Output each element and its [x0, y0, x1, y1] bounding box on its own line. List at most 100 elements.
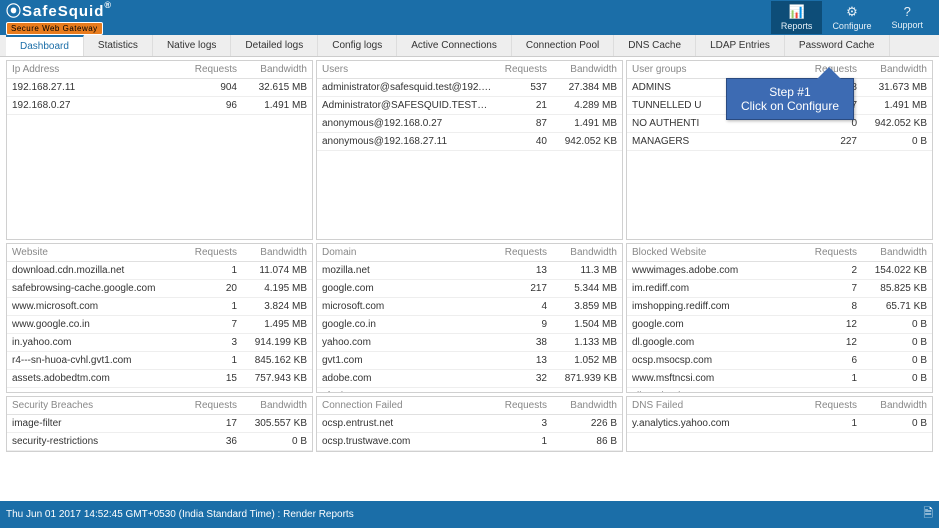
tab-active-connections[interactable]: Active Connections: [397, 35, 512, 56]
table-row[interactable]: safebrowsing-cache.google.com204.195 MB: [7, 280, 312, 298]
brand-bullet: ⦿: [6, 3, 22, 20]
topnav-reports[interactable]: 📊Reports: [771, 1, 823, 34]
tab-connection-pool[interactable]: Connection Pool: [512, 35, 614, 56]
brand-logo: ⦿SafeSquid® Secure Web Gateway: [6, 0, 112, 35]
tab-statistics[interactable]: Statistics: [84, 35, 153, 56]
cell-name: ocsp.trustwave.com: [322, 436, 492, 447]
cell-requests: 1: [802, 418, 857, 429]
table-row[interactable]: imshopping.rediff.com865.71 KB: [627, 298, 932, 316]
table-row[interactable]: sftcdn.net11813.035 KB: [317, 388, 622, 393]
table-row[interactable]: client.dropbox.com80 B: [627, 388, 932, 393]
cell-requests: 8: [802, 391, 857, 393]
tab-config-logs[interactable]: Config logs: [318, 35, 397, 56]
table-row[interactable]: gvt1.com131.052 MB: [317, 352, 622, 370]
cell-bandwidth: 942.052 KB: [547, 136, 617, 147]
table-row[interactable]: ocsp.msocsp.com60 B: [627, 352, 932, 370]
table-row[interactable]: ocsp.trustwave.com186 B: [317, 433, 622, 451]
cell-requests: 21: [492, 100, 547, 111]
table-row[interactable]: microsoft.com43.859 MB: [317, 298, 622, 316]
cell-bandwidth: 1.491 MB: [857, 100, 927, 111]
table-row[interactable]: mozilla.net1311.3 MB: [317, 262, 622, 280]
panel-security: Security BreachesRequestsBandwidthimage-…: [6, 396, 313, 452]
tab-detailed-logs[interactable]: Detailed logs: [231, 35, 318, 56]
table-row[interactable]: in.yahoo.com3914.199 KB: [7, 334, 312, 352]
table-row[interactable]: Administrator@SAFESQUID.TEST@192.168.27.…: [317, 97, 622, 115]
panel-title: Users: [322, 64, 492, 75]
table-row[interactable]: www.msftncsi.com10 B: [627, 370, 932, 388]
cell-bandwidth: 0 B: [857, 373, 927, 384]
table-row[interactable]: google.co.in91.504 MB: [317, 316, 622, 334]
table-row[interactable]: google.com2175.344 MB: [317, 280, 622, 298]
tab-native-logs[interactable]: Native logs: [153, 35, 231, 56]
cell-bandwidth: 27.384 MB: [547, 82, 617, 93]
table-row[interactable]: security-restrictions360 B: [7, 433, 312, 451]
table-row[interactable]: assets.adobedtm.com15757.943 KB: [7, 370, 312, 388]
topnav-support[interactable]: ?Support: [881, 1, 933, 34]
table-row[interactable]: image-filter17305.557 KB: [7, 415, 312, 433]
table-row[interactable]: y.analytics.yahoo.com10 B: [627, 415, 932, 433]
table-row[interactable]: 192.168.0.27961.491 MB: [7, 97, 312, 115]
table-row[interactable]: r4---sn-huoa-cvhl.gvt1.com1845.162 KB: [7, 352, 312, 370]
cell-name: download.cdn.mozilla.net: [12, 265, 182, 276]
cell-requests: 6: [802, 355, 857, 366]
cell-name: r4---sn-huoa-cvhl.gvt1.com: [12, 355, 182, 366]
cell-name: ocsp.msocsp.com: [632, 355, 802, 366]
callout-line1: Step #1: [741, 85, 839, 99]
cell-bandwidth: 0 B: [857, 391, 927, 393]
tab-dashboard[interactable]: Dashboard: [6, 35, 84, 56]
tab-password-cache[interactable]: Password Cache: [785, 35, 890, 56]
topnav-label: Reports: [781, 21, 813, 31]
table-row[interactable]: www.google.co.in71.495 MB: [7, 316, 312, 334]
document-icon[interactable]: 🗎: [923, 504, 933, 525]
table-row[interactable]: dl.google.com120 B: [627, 334, 932, 352]
cell-bandwidth: 0 B: [857, 136, 927, 147]
cell-name: dl.google.com: [632, 337, 802, 348]
cell-requests: 12: [802, 337, 857, 348]
cell-name: security-restrictions: [12, 436, 182, 447]
cell-name: www.google.co.in: [12, 319, 182, 330]
cell-requests: 9: [492, 319, 547, 330]
cell-name: 192.168.27.11: [12, 82, 182, 93]
cell-name: google.com: [322, 283, 492, 294]
cell-name: adobe.com: [322, 373, 492, 384]
table-row[interactable]: adobe.com32871.939 KB: [317, 370, 622, 388]
table-row[interactable]: anonymous@192.168.0.27871.491 MB: [317, 115, 622, 133]
tab-dns-cache[interactable]: DNS Cache: [614, 35, 696, 56]
table-row[interactable]: www.microsoft.com13.824 MB: [7, 298, 312, 316]
cell-name: anonymous@192.168.27.11: [322, 136, 492, 147]
cell-requests: 12: [802, 319, 857, 330]
brand-reg: ®: [104, 0, 112, 10]
cell-bandwidth: 0 B: [857, 418, 927, 429]
table-row[interactable]: google.com120 B: [627, 316, 932, 334]
table-row[interactable]: im.rediff.com785.825 KB: [627, 280, 932, 298]
callout-line2: Click on Configure: [741, 99, 839, 113]
cell-requests: 1: [182, 301, 237, 312]
panel-title: User groups: [632, 64, 802, 75]
cell-requests: 4: [492, 301, 547, 312]
table-row[interactable]: anonymous@192.168.27.1140942.052 KB: [317, 133, 622, 151]
cell-requests: 38: [492, 337, 547, 348]
col-bandwidth: Bandwidth: [547, 247, 617, 258]
table-row[interactable]: administrator@safesquid.test@192.168.27.…: [317, 79, 622, 97]
cell-name: assets.adobedtm.com: [12, 373, 182, 384]
panel-title: Ip Address: [12, 64, 182, 75]
table-row[interactable]: ocsp.entrust.net3226 B: [317, 415, 622, 433]
table-row[interactable]: download.cdn.mozilla.net111.074 MB: [7, 262, 312, 280]
status-bar: Thu Jun 01 2017 14:52:45 GMT+0530 (India…: [0, 501, 939, 528]
col-requests: Requests: [182, 64, 237, 75]
cell-name: 192.168.0.27: [12, 100, 182, 111]
topnav-configure[interactable]: ⚙Configure: [822, 1, 881, 34]
cell-bandwidth: 1.133 MB: [547, 337, 617, 348]
col-requests: Requests: [492, 64, 547, 75]
cell-bandwidth: 11.3 MB: [547, 265, 617, 276]
table-row[interactable]: MANAGERS2270 B: [627, 133, 932, 151]
tab-ldap-entries[interactable]: LDAP Entries: [696, 35, 785, 56]
table-row[interactable]: wwwimages.adobe.com2154.022 KB: [627, 262, 932, 280]
cell-requests: 20: [182, 283, 237, 294]
table-row[interactable]: yahoo.com381.133 MB: [317, 334, 622, 352]
table-row[interactable]: 192.168.27.1190432.615 MB: [7, 79, 312, 97]
col-requests: Requests: [182, 247, 237, 258]
cell-requests: 7: [802, 283, 857, 294]
panel-title: Blocked Website: [632, 247, 802, 258]
col-bandwidth: Bandwidth: [857, 400, 927, 411]
